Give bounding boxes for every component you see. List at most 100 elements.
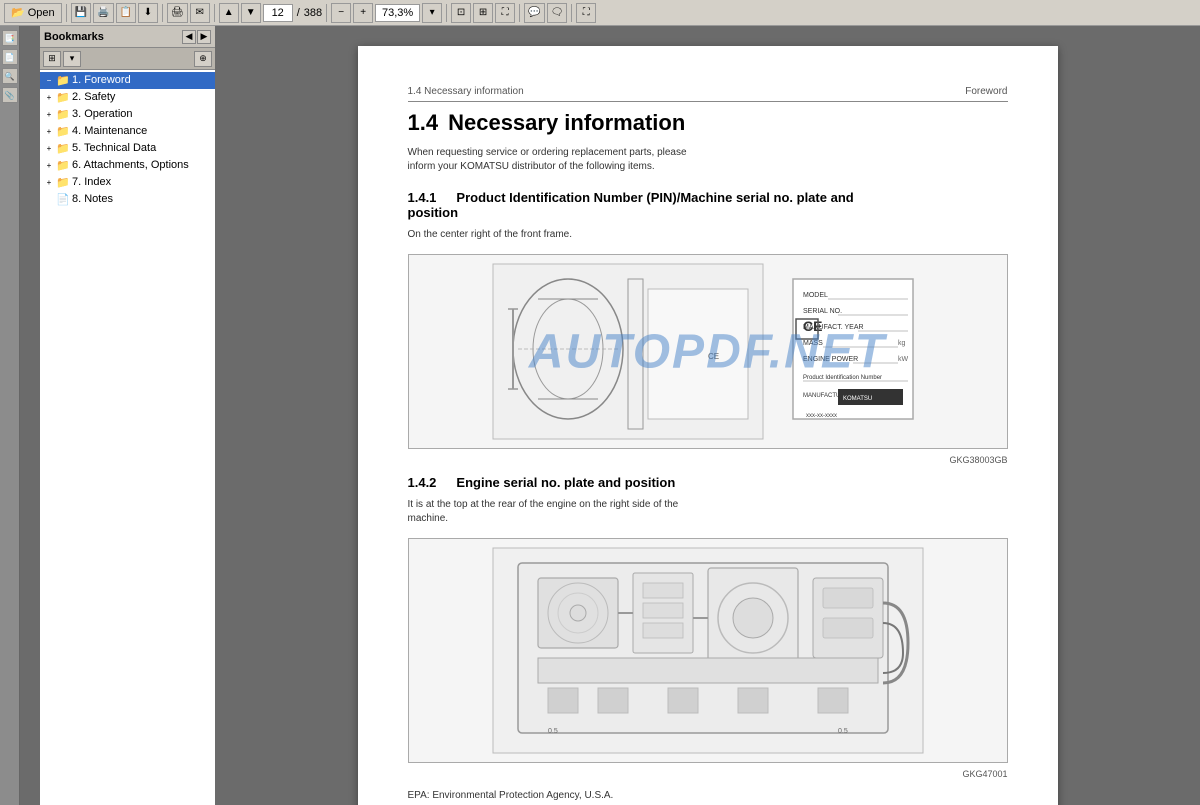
comment2-button[interactable]: 🗨 — [547, 3, 568, 23]
tree-expander-item-attachments[interactable]: + — [42, 159, 56, 173]
tree-icon-item-technical: 📁 — [56, 142, 70, 156]
subsection-1-number: 1.4.1 — [408, 190, 437, 205]
tree-icon-item-index: 📁 — [56, 176, 70, 190]
open-label: Open — [28, 7, 55, 19]
tree-item-item-attachments[interactable]: +📁6. Attachments, Options — [40, 157, 215, 174]
tree-item-item-safety[interactable]: +📁2. Safety — [40, 89, 215, 106]
main-section-title: 1.4Necessary information — [408, 110, 1008, 136]
diagram-1-label: GKG38003GB — [408, 455, 1008, 465]
tree-expander-item-maintenance[interactable]: + — [42, 125, 56, 139]
tree-expander-item-foreword[interactable]: − — [42, 74, 56, 88]
svg-text:KOMATSU: KOMATSU — [843, 396, 872, 402]
print-button[interactable]: 🖨️ — [93, 3, 113, 23]
tree-label-item-index: 7. Index — [70, 175, 213, 189]
page-separator: / — [295, 7, 302, 19]
diagram-2-svg: 0.5 0.5 — [488, 543, 928, 758]
bookmark-tab-icon[interactable]: 📑 — [2, 30, 18, 46]
subsection-1-title: 1.4.1Product Identification Number (PIN)… — [408, 190, 1008, 220]
expand-sidebar-button[interactable]: ▶ — [197, 30, 211, 44]
separator7 — [571, 4, 572, 22]
separator6 — [519, 4, 520, 22]
zoom-input[interactable] — [375, 4, 420, 22]
tree-item-item-operation[interactable]: +📁3. Operation — [40, 106, 215, 123]
svg-text:MODEL: MODEL — [803, 292, 828, 299]
tree-label-item-safety: 2. Safety — [70, 90, 213, 104]
attach-tab-icon[interactable]: 📎 — [2, 87, 18, 103]
properties-button[interactable]: 📋 — [116, 3, 136, 23]
svg-text:SERIAL NO.: SERIAL NO. — [803, 308, 842, 315]
page-number-input[interactable] — [263, 4, 293, 22]
section-number: 1.4 — [408, 110, 439, 135]
tree-icon-item-maintenance: 📁 — [56, 125, 70, 139]
download-button[interactable]: ⬇ — [138, 3, 158, 23]
svg-text:xxx-xx-xxxx: xxx-xx-xxxx — [806, 413, 837, 419]
toolbar: 📂 Open 💾 🖨️ 📋 ⬇ 🖨 ✉ ▲ ▼ / 388 − + ▾ ⊡ ⊞ … — [0, 0, 1200, 26]
tree-expander-item-technical[interactable]: + — [42, 142, 56, 156]
tree-icon-item-attachments: 📁 — [56, 159, 70, 173]
zoom-in-button[interactable]: + — [353, 3, 373, 23]
email-button[interactable]: ✉ — [190, 3, 210, 23]
page-total: 388 — [304, 7, 322, 19]
tree-icon-item-foreword: 📁 — [56, 74, 70, 88]
separator — [66, 4, 67, 22]
subsection-2-number: 1.4.2 — [408, 475, 437, 490]
svg-text:MASS: MASS — [803, 340, 823, 347]
diagram-1-svg: CE MODEL SERIAL NO. MANUFACT. YEAR MASS … — [488, 259, 928, 444]
zoom-out-button[interactable]: − — [331, 3, 351, 23]
separator5 — [446, 4, 447, 22]
tree-item-item-foreword[interactable]: −📁1. Foreword — [40, 72, 215, 89]
options-button[interactable]: ▾ — [63, 51, 81, 67]
tree-expander-item-safety[interactable]: + — [42, 91, 56, 105]
svg-text:ENGINE POWER: ENGINE POWER — [803, 356, 858, 363]
prev-page-button[interactable]: ▲ — [219, 3, 239, 23]
tree-expander-item-notes[interactable] — [42, 193, 56, 207]
search-tab-icon[interactable]: 🔍 — [2, 68, 18, 84]
tree-label-item-attachments: 6. Attachments, Options — [70, 158, 213, 172]
next-page-button[interactable]: ▼ — [241, 3, 261, 23]
comment-button[interactable]: 💬 — [524, 3, 544, 23]
svg-text:0.5: 0.5 — [548, 728, 558, 735]
tree-expander-item-operation[interactable]: + — [42, 108, 56, 122]
print2-button[interactable]: 🖨 — [167, 3, 188, 23]
intro-text: When requesting service or ordering repl… — [408, 146, 1008, 174]
left-icon-strip: 📑 📄 🔍 📎 — [0, 26, 20, 805]
sub1-body-text: On the center right of the front frame. — [408, 228, 1008, 242]
sidebar-header-buttons: ◀ ▶ — [182, 30, 211, 44]
diagram-2-label: GKG47001 — [408, 769, 1008, 779]
zoom-dropdown-button[interactable]: ▾ — [422, 3, 442, 23]
folder-icon: 📂 — [11, 6, 25, 19]
save-button[interactable]: 💾 — [71, 3, 91, 23]
svg-text:kg: kg — [898, 340, 906, 347]
diagram-1: CE MODEL SERIAL NO. MANUFACT. YEAR MASS … — [408, 254, 1008, 449]
content-area[interactable]: 1.4 Necessary information Foreword 1.4Ne… — [215, 26, 1200, 805]
sidebar-toolbar: ⊞ ▾ ⊕ — [40, 48, 215, 70]
new-bookmark-button[interactable]: ⊞ — [43, 51, 61, 67]
tree-label-item-technical: 5. Technical Data — [70, 141, 213, 155]
svg-text:CE: CE — [803, 318, 822, 334]
open-button[interactable]: 📂 Open — [4, 3, 62, 23]
separator2 — [162, 4, 163, 22]
tree-item-item-maintenance[interactable]: +📁4. Maintenance — [40, 123, 215, 140]
svg-text:Product Identification Number: Product Identification Number — [803, 375, 882, 381]
bookmark-action-button[interactable]: ⊕ — [194, 51, 212, 67]
fit-width-button[interactable]: ⊡ — [451, 3, 471, 23]
tree-item-item-index[interactable]: +📁7. Index — [40, 174, 215, 191]
tree-icon-item-notes: 📄 — [56, 193, 70, 207]
main-area: 📑 📄 🔍 📎 Bookmarks ◀ ▶ ⊞ ▾ ⊕ −📁1. Forewor… — [0, 26, 1200, 805]
page-header: 1.4 Necessary information Foreword — [408, 86, 1008, 102]
tree-icon-item-safety: 📁 — [56, 91, 70, 105]
fit-page-button[interactable]: ⊞ — [473, 3, 493, 23]
fullscreen-button[interactable]: ⛶ — [495, 3, 515, 23]
tree-item-item-notes[interactable]: 📄8. Notes — [40, 191, 215, 208]
expand-button[interactable]: ⛶ — [576, 3, 596, 23]
bookmarks-title: Bookmarks — [44, 31, 104, 43]
tree-label-item-maintenance: 4. Maintenance — [70, 124, 213, 138]
tree-label-item-notes: 8. Notes — [70, 192, 213, 206]
tree-expander-item-index[interactable]: + — [42, 176, 56, 190]
page-document: 1.4 Necessary information Foreword 1.4Ne… — [358, 46, 1058, 805]
svg-text:0.5: 0.5 — [838, 728, 848, 735]
tree-item-item-technical[interactable]: +📁5. Technical Data — [40, 140, 215, 157]
pages-tab-icon[interactable]: 📄 — [2, 49, 18, 65]
svg-text:kW: kW — [898, 356, 909, 363]
collapse-sidebar-button[interactable]: ◀ — [182, 30, 196, 44]
